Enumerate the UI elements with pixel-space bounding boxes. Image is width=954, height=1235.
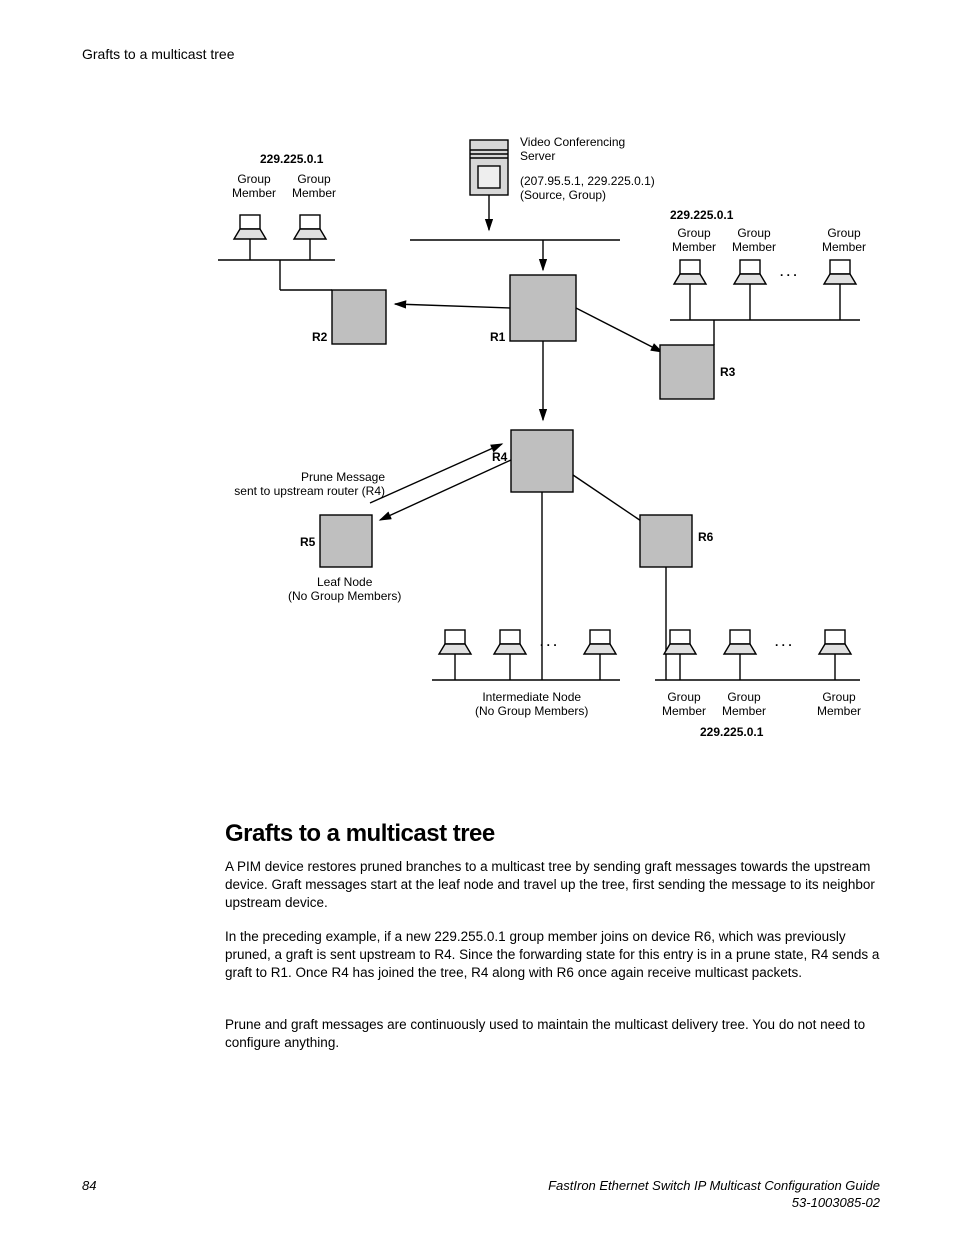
paragraph-1: A PIM device restores pruned branches to… <box>225 858 880 913</box>
inter-node: Intermediate Node (No Group Members) <box>475 690 588 719</box>
paragraph-3: Prune and graft messages are continuousl… <box>225 1016 880 1052</box>
r6-label: R6 <box>698 530 713 544</box>
prune-msg: Prune Message sent to upstream router (R… <box>225 470 385 499</box>
server-sub: (207.95.5.1, 229.225.0.1) (Source, Group… <box>520 174 655 203</box>
r2-label: R2 <box>312 330 327 344</box>
server-title: Video Conferencing Server <box>520 135 625 164</box>
dots-right: . . . <box>780 265 797 279</box>
page-header: Grafts to a multicast tree <box>82 46 235 62</box>
section-title: Grafts to a multicast tree <box>225 820 495 848</box>
dots-mid: . . . <box>540 635 557 649</box>
gm-r2: Group Member <box>732 226 776 255</box>
footer-right: FastIron Ethernet Switch IP Multicast Co… <box>548 1178 880 1212</box>
pc-left1 <box>234 215 266 260</box>
group-addr-left: 229.225.0.1 <box>260 152 323 166</box>
footer-guide: FastIron Ethernet Switch IP Multicast Co… <box>548 1178 880 1193</box>
r1-label: R1 <box>490 330 505 344</box>
gm-b3: Group Member <box>817 690 861 719</box>
diagram-svg <box>200 130 880 780</box>
gm-r3: Group Member <box>822 226 866 255</box>
pc-r1 <box>674 260 706 320</box>
dots-br: . . . <box>775 635 792 649</box>
group-addr-bottom: 229.225.0.1 <box>700 725 763 739</box>
gm-l1: Group Member <box>232 172 276 201</box>
group-addr-right: 229.225.0.1 <box>670 208 733 222</box>
gm-l2: Group Member <box>292 172 336 201</box>
paragraph-2: In the preceding example, if a new 229.2… <box>225 928 880 983</box>
gm-b1: Group Member <box>662 690 706 719</box>
gm-b2: Group Member <box>722 690 766 719</box>
pc-left2 <box>294 215 326 260</box>
page-number: 84 <box>82 1178 96 1193</box>
leaf-node: Leaf Node (No Group Members) <box>288 575 401 604</box>
r3-label: R3 <box>720 365 735 379</box>
footer-docnum: 53-1003085-02 <box>792 1195 880 1210</box>
r5-label: R5 <box>300 535 315 549</box>
gm-r1: Group Member <box>672 226 716 255</box>
r4-label: R4 <box>492 450 507 464</box>
pc-r2 <box>734 260 766 320</box>
pc-r3 <box>824 260 856 320</box>
network-diagram: 229.225.0.1 Group Member Group Member Vi… <box>200 130 880 780</box>
